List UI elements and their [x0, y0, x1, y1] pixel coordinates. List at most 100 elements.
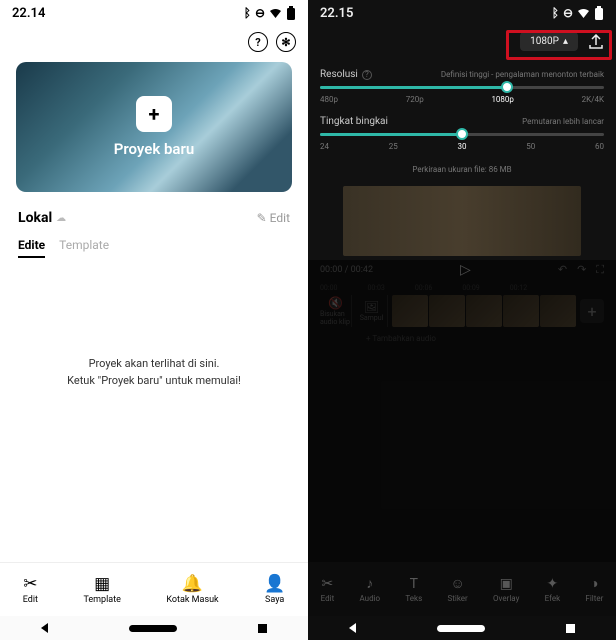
- slider-thumb[interactable]: [501, 81, 513, 93]
- clip[interactable]: [429, 295, 465, 327]
- tab-template[interactable]: Template: [59, 238, 109, 258]
- wifi-icon: [577, 8, 590, 18]
- nav-overlay[interactable]: ▣Overlay: [493, 576, 519, 603]
- sys-nav-right: [308, 616, 616, 640]
- tabs-row: Edite Template: [0, 230, 308, 266]
- playback-row: 00:00 / 00:42 ▷ ↶ ↷ ⛶: [308, 256, 616, 282]
- plus-icon: +: [136, 96, 172, 132]
- status-bar-right: 22.15 ᛒ ⊖: [308, 0, 616, 26]
- battery-icon: [594, 6, 604, 20]
- scissors-icon: ✂: [322, 576, 334, 592]
- edit-label: Edit: [270, 211, 290, 225]
- clip[interactable]: [392, 295, 428, 327]
- help-icon[interactable]: ?: [248, 32, 268, 52]
- battery-icon: [286, 6, 296, 20]
- help-icon[interactable]: ?: [362, 70, 372, 80]
- top-actions-left: ? ✻: [0, 26, 308, 56]
- mute-audio-button[interactable]: 🔇Bisukan audio klip: [320, 295, 352, 327]
- bottom-nav-left: ✂Edit ▦Template 🔔Kotak Masuk 👤Saya: [0, 562, 308, 616]
- export-row: 1080P ▴: [308, 26, 616, 57]
- template-icon: ▦: [94, 574, 110, 594]
- status-icons-left: ᛒ ⊖: [244, 6, 296, 20]
- resolution-button[interactable]: 1080P ▴: [520, 32, 578, 51]
- play-icon[interactable]: ▷: [460, 262, 471, 278]
- resolusi-label-row: Resolusi ? Definisi tinggi - pengalaman …: [308, 57, 616, 86]
- card-label: Proyek baru: [114, 140, 195, 158]
- music-icon: ♪: [366, 575, 373, 592]
- undo-icon[interactable]: ↶: [558, 263, 567, 277]
- sticker-icon: ☺: [450, 575, 464, 592]
- cover-button[interactable]: 🖼Sampul: [356, 295, 388, 327]
- clip[interactable]: [540, 295, 576, 327]
- local-row: Lokal ☁ ✎ Edit: [0, 204, 308, 230]
- playback-time: 00:00 / 00:42: [320, 265, 373, 275]
- speaker-off-icon: 🔇: [328, 296, 343, 310]
- status-icons-right: ᛒ ⊖: [552, 6, 604, 20]
- bluetooth-icon: ᛒ: [244, 6, 251, 20]
- nav-edit[interactable]: ✂Edit: [23, 574, 38, 605]
- bluetooth-icon: ᛒ: [552, 6, 559, 20]
- home-icon[interactable]: [437, 625, 485, 632]
- recents-icon[interactable]: [566, 624, 575, 633]
- dnd-icon: ⊖: [563, 6, 573, 20]
- bingkai-slider[interactable]: 24 25 30 50 60: [308, 133, 616, 151]
- timeline[interactable]: 00:00 00:03 00:06 00:09 00:12 🔇Bisukan a…: [308, 282, 616, 343]
- back-icon[interactable]: [41, 623, 48, 633]
- scissors-icon: ✂: [23, 574, 37, 594]
- filter-icon: ◑: [590, 575, 598, 592]
- bingkai-hint: Pemutaran lebih lancar: [522, 117, 604, 126]
- overlay-icon: ▣: [500, 576, 513, 592]
- local-label: Lokal: [18, 210, 52, 226]
- empty-line2: Ketuk "Proyek baru" untuk memulai!: [0, 373, 308, 390]
- redo-icon[interactable]: ↷: [577, 263, 586, 277]
- pencil-icon: ✎: [257, 211, 267, 225]
- nav-edit[interactable]: ✂Edit: [321, 576, 335, 603]
- resolusi-slider[interactable]: 480p 720p 1080p 2K/4K: [308, 86, 616, 104]
- empty-line1: Proyek akan terlihat di sini.: [0, 356, 308, 373]
- nav-sticker[interactable]: ☺Stiker: [448, 575, 468, 603]
- nav-filter[interactable]: ◑Filter: [585, 575, 603, 603]
- edit-link[interactable]: ✎ Edit: [257, 211, 290, 225]
- add-clip-button[interactable]: +: [580, 299, 604, 323]
- slider-thumb[interactable]: [456, 128, 468, 140]
- nav-template[interactable]: ▦Template: [83, 574, 120, 605]
- status-time: 22.14: [12, 6, 45, 21]
- nav-text[interactable]: TTeks: [405, 576, 422, 603]
- tab-edit[interactable]: Edite: [18, 238, 45, 258]
- nav-effect[interactable]: ✦Efek: [545, 576, 560, 603]
- clip[interactable]: [503, 295, 539, 327]
- sys-nav-left: [0, 616, 308, 640]
- back-icon[interactable]: [349, 623, 356, 633]
- add-audio-button[interactable]: + Tambahkan audio: [320, 328, 604, 343]
- sparkle-icon: ✦: [547, 576, 559, 592]
- nav-profile[interactable]: 👤Saya: [264, 574, 285, 605]
- bottom-nav-right: ✂Edit ♪Audio TTeks ☺Stiker ▣Overlay ✦Efe…: [308, 562, 616, 616]
- status-bar-left: 22.14 ᛒ ⊖: [0, 0, 308, 26]
- recents-icon[interactable]: [258, 624, 267, 633]
- home-icon[interactable]: [129, 625, 177, 632]
- status-time-r: 22.15: [320, 6, 353, 21]
- clips-strip[interactable]: [392, 295, 576, 327]
- nav-inbox[interactable]: 🔔Kotak Masuk: [166, 574, 218, 605]
- empty-message: Proyek akan terlihat di sini. Ketuk "Pro…: [0, 356, 308, 389]
- filesize-label: Perkiraan ukuran file: 86 MB: [308, 165, 616, 174]
- new-project-card[interactable]: + Proyek baru: [16, 62, 292, 192]
- resolusi-label: Resolusi: [320, 69, 358, 80]
- nav-audio[interactable]: ♪Audio: [359, 575, 380, 603]
- chevron-up-icon: ▴: [563, 36, 568, 47]
- person-icon: 👤: [264, 574, 285, 594]
- image-icon: 🖼: [364, 300, 379, 314]
- phone-right: 22.15 ᛒ ⊖ 1080P ▴ Resolusi ? Definisi ti…: [308, 0, 616, 640]
- fullscreen-icon[interactable]: ⛶: [596, 263, 604, 277]
- dnd-icon: ⊖: [255, 6, 265, 20]
- bingkai-label: Tingkat bingkai: [320, 116, 388, 127]
- bell-icon: 🔔: [182, 574, 203, 594]
- wifi-icon: [269, 8, 282, 18]
- settings-icon[interactable]: ✻: [276, 32, 296, 52]
- clip[interactable]: [466, 295, 502, 327]
- phone-left: 22.14 ᛒ ⊖ ? ✻ + Proyek baru Lokal ☁ ✎ Ed…: [0, 0, 308, 640]
- export-icon[interactable]: [588, 34, 604, 50]
- video-preview[interactable]: [343, 186, 581, 256]
- cloud-icon[interactable]: ☁: [56, 213, 66, 224]
- text-icon: T: [410, 576, 418, 592]
